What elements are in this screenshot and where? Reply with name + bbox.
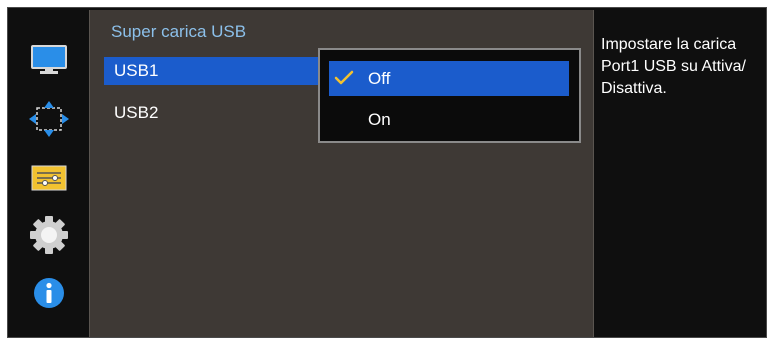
info-icon (34, 278, 64, 308)
option-off[interactable]: Off (329, 61, 569, 96)
sidebar-item-onscreen-display[interactable] (9, 97, 89, 141)
settings-sliders-icon (31, 165, 67, 191)
page-title: Super carica USB (111, 22, 247, 41)
monitor-icon (31, 45, 67, 74)
sidebar-item-support[interactable] (9, 213, 89, 257)
menu-item-label: USB2 (114, 103, 159, 122)
checkmark-icon (334, 70, 354, 85)
options-dropdown: Off On (318, 48, 581, 143)
sidebar-item-information[interactable] (9, 271, 89, 315)
sidebar-item-picture[interactable] (9, 38, 89, 82)
option-label: Off (368, 68, 391, 88)
gear-icon (30, 216, 68, 254)
option-label: On (368, 109, 391, 129)
menu-item-label: USB1 (114, 61, 159, 80)
menu-item-usb1[interactable]: USB1 (104, 57, 332, 85)
move-arrows-icon (29, 101, 69, 137)
help-text: Impostare la carica Port1 USB su Attiva/… (601, 36, 746, 97)
menu-item-usb2[interactable]: USB2 (104, 99, 332, 127)
help-panel: Impostare la carica Port1 USB su Attiva/… (595, 10, 766, 337)
sidebar-item-system[interactable] (9, 156, 89, 200)
option-on[interactable]: On (329, 102, 569, 137)
sidebar (9, 10, 89, 337)
